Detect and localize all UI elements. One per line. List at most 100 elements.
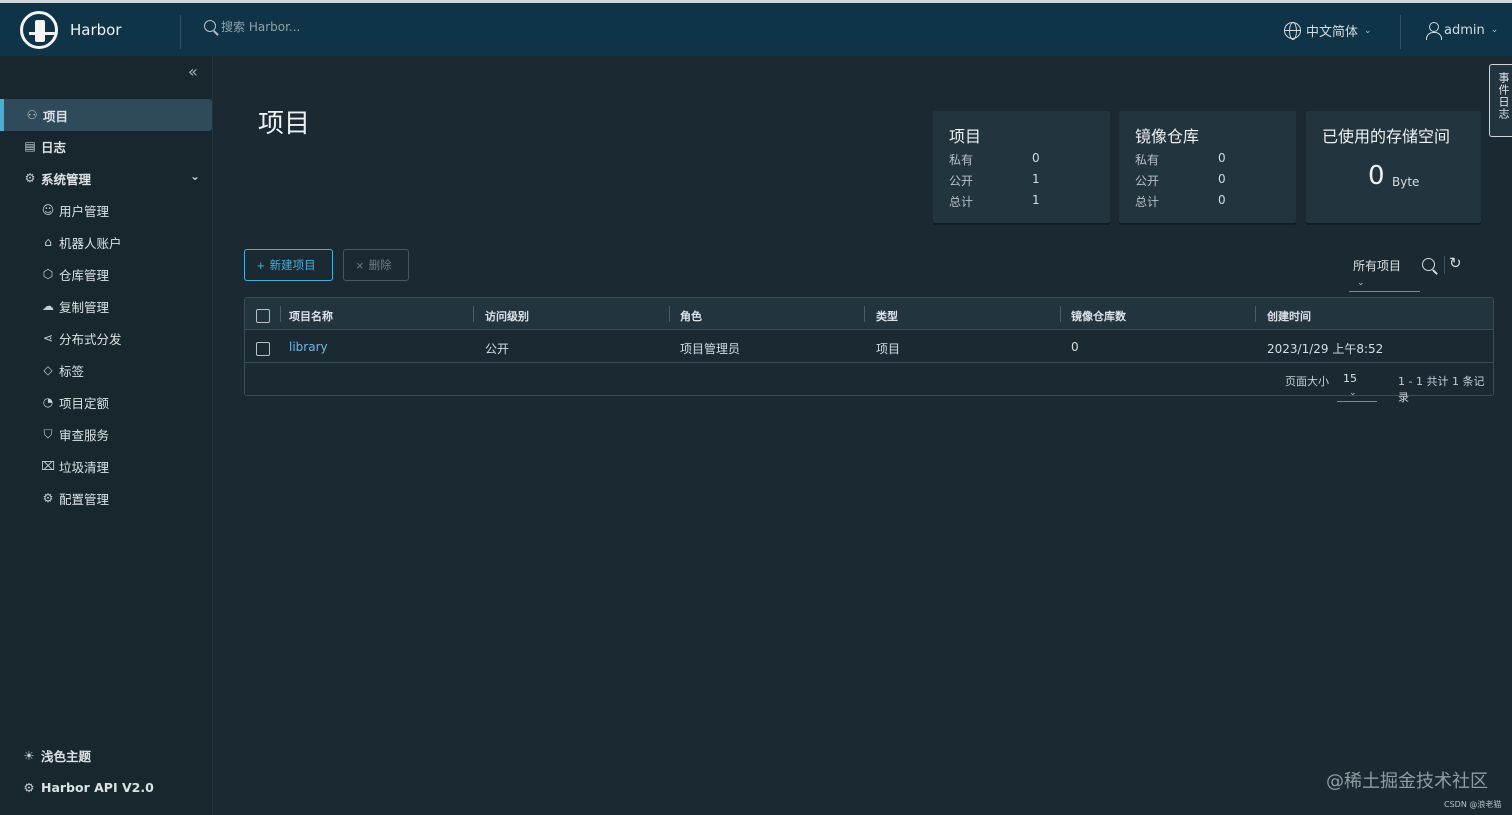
storage-summary-card: 已使用的存储空间 0 Byte xyxy=(1306,111,1481,223)
sidebar-item-label: 机器人账户 xyxy=(59,235,122,251)
sidebar-item-robots[interactable]: ⌂ 机器人账户 xyxy=(0,226,213,258)
sidebar-item-config[interactable]: ⚙ 配置管理 xyxy=(0,482,213,514)
search-icon[interactable] xyxy=(1421,257,1438,274)
user-dropdown[interactable]: admin ⌄ xyxy=(1425,21,1499,40)
delete-button[interactable]: × 删除 xyxy=(343,249,409,281)
card-row: 总计 0 xyxy=(1135,193,1226,209)
tag-icon: ◇ xyxy=(43,363,53,377)
trash-icon: ⌧ xyxy=(41,459,55,473)
sidebar: « ⚇ 项目 ▤ 日志 ⚙ 系统管理 ⌄ ☺ 用户管理 ⌂ 机器人账户 ⬡ 仓库… xyxy=(0,56,213,815)
quota-icon: ◔ xyxy=(42,395,54,409)
page-title: 项目 xyxy=(258,109,311,139)
sidebar-item-label: 日志 xyxy=(41,139,67,155)
watermark: @稀土掘金技术社区 xyxy=(1326,771,1488,792)
sidebar-item-quotas[interactable]: ◔ 项目定额 xyxy=(0,386,213,418)
refresh-icon[interactable]: ↻ xyxy=(1449,254,1462,272)
project-name-link[interactable]: library xyxy=(289,340,328,354)
gear-icon: ⚙ xyxy=(42,491,54,505)
pagination-summary: 1 - 1 共计 1 条记录 xyxy=(1398,375,1485,404)
sidebar-item-label: 审查服务 xyxy=(59,427,110,443)
sidebar-item-registries[interactable]: ⬡ 仓库管理 xyxy=(0,258,213,290)
projects-summary-card: 项目 私有 0 公开 1 总计 1 xyxy=(933,111,1110,223)
top-header: Harbor 中文简体 ⌄ admin ⌄ xyxy=(0,0,1512,56)
sidebar-item-users[interactable]: ☺ 用户管理 xyxy=(0,194,213,226)
registry-icon: ⬡ xyxy=(42,267,54,281)
watermark-small: CSDN @浪老猫 xyxy=(1444,800,1502,809)
sidebar-item-labels[interactable]: ◇ 标签 xyxy=(0,354,213,386)
sidebar-item-label: 仓库管理 xyxy=(59,267,110,283)
sidebar-item-label: 用户管理 xyxy=(59,203,110,219)
event-log-tab[interactable]: 事件日志 xyxy=(1489,64,1512,137)
column-header[interactable]: 创建时间 xyxy=(1267,308,1311,324)
column-header[interactable]: 项目名称 xyxy=(289,308,333,324)
username: admin xyxy=(1444,22,1485,38)
collapse-sidebar-icon[interactable]: « xyxy=(188,62,198,81)
select-all-checkbox[interactable] xyxy=(256,309,270,323)
card-title: 镜像仓库 xyxy=(1135,127,1200,146)
search-icon xyxy=(203,19,219,35)
brand[interactable]: Harbor xyxy=(20,11,180,49)
search-input[interactable] xyxy=(221,20,481,34)
chevron-down-icon: ⌄ xyxy=(190,169,201,183)
repo-count: 0 xyxy=(1071,340,1079,354)
header-divider xyxy=(180,15,181,49)
sidebar-item-distribution[interactable]: ⋖ 分布式分发 xyxy=(0,322,213,354)
sidebar-item-label: 系统管理 xyxy=(41,171,92,187)
sun-icon: ☀ xyxy=(23,747,35,763)
replication-icon: ☁ xyxy=(42,299,54,313)
sidebar-item-label: 项目 xyxy=(43,108,69,124)
sidebar-item-label: 复制管理 xyxy=(59,299,110,315)
column-header[interactable]: 类型 xyxy=(876,308,898,324)
page-size-select[interactable]: 15 ⌄ xyxy=(1337,370,1377,402)
column-header[interactable]: 镜像仓库数 xyxy=(1071,308,1126,324)
sidebar-item-interrogation[interactable]: ⛉ 审查服务 xyxy=(0,418,213,450)
share-icon: ⋖ xyxy=(42,331,54,345)
storage-unit: Byte xyxy=(1392,175,1420,189)
robot-icon: ⌂ xyxy=(44,235,52,249)
role: 项目管理员 xyxy=(680,342,741,356)
card-title: 已使用的存储空间 xyxy=(1322,127,1451,146)
storage-value: 0 xyxy=(1368,161,1385,191)
sidebar-item-label: 分布式分发 xyxy=(59,331,122,347)
page-size-label: 页面大小 xyxy=(1285,375,1329,388)
sidebar-item-gc[interactable]: ⌧ 垃圾清理 xyxy=(0,450,213,482)
users-icon: ☺ xyxy=(41,203,55,217)
sidebar-item-replications[interactable]: ☁ 复制管理 xyxy=(0,290,213,322)
close-icon: × xyxy=(356,257,364,273)
sidebar-item-label: 项目定额 xyxy=(59,395,110,411)
api-icon: ⚙ xyxy=(23,779,35,795)
chevron-down-icon: ⌄ xyxy=(1490,25,1499,35)
header-divider xyxy=(1400,15,1401,49)
sidebar-item-logs[interactable]: ▤ 日志 xyxy=(0,130,213,162)
projects-table: 项目名称 访问级别 角色 类型 镜像仓库数 创建时间 library 公开 项目… xyxy=(244,297,1494,404)
sidebar-item-label: 垃圾清理 xyxy=(59,459,110,475)
table-header: 项目名称 访问级别 角色 类型 镜像仓库数 创建时间 xyxy=(245,298,1493,330)
row-checkbox[interactable] xyxy=(256,342,270,356)
project-filter-select[interactable]: 所有项目 ⌄ xyxy=(1349,255,1420,292)
language-dropdown[interactable]: 中文简体 ⌄ xyxy=(1284,21,1372,40)
type: 项目 xyxy=(876,342,901,356)
main-content: 项目 项目 私有 0 公开 1 总计 1 镜像仓库 私有 0 公开 0 总计 0 xyxy=(213,56,1512,815)
shield-icon: ⛉ xyxy=(43,427,53,441)
logs-icon: ▤ xyxy=(24,139,36,153)
app-name: Harbor xyxy=(70,21,122,39)
sidebar-item-label: 配置管理 xyxy=(59,491,110,507)
harbor-logo-icon xyxy=(20,11,58,49)
creation-time: 2023/1/29 上午8:52 xyxy=(1267,342,1384,356)
chevron-down-icon: ⌄ xyxy=(1357,278,1365,288)
globe-icon xyxy=(1284,22,1301,40)
sidebar-item-label: 标签 xyxy=(59,363,85,379)
sidebar-item-projects[interactable]: ⚇ 项目 xyxy=(0,99,212,131)
projects-icon: ⚇ xyxy=(26,108,38,122)
card-title: 项目 xyxy=(949,127,982,146)
new-project-button[interactable]: + 新建项目 xyxy=(244,249,333,281)
theme-toggle[interactable]: ☀ 浅色主题 xyxy=(0,740,213,770)
column-header[interactable]: 访问级别 xyxy=(485,308,529,324)
global-search[interactable] xyxy=(203,19,481,35)
api-link[interactable]: ⚙ Harbor API V2.0 xyxy=(0,772,213,802)
column-header[interactable]: 角色 xyxy=(680,308,702,324)
card-row: 公开 0 xyxy=(1135,172,1226,188)
language-label: 中文简体 xyxy=(1306,25,1359,40)
user-icon xyxy=(1425,21,1442,40)
sidebar-item-admin[interactable]: ⚙ 系统管理 ⌄ xyxy=(0,162,213,194)
